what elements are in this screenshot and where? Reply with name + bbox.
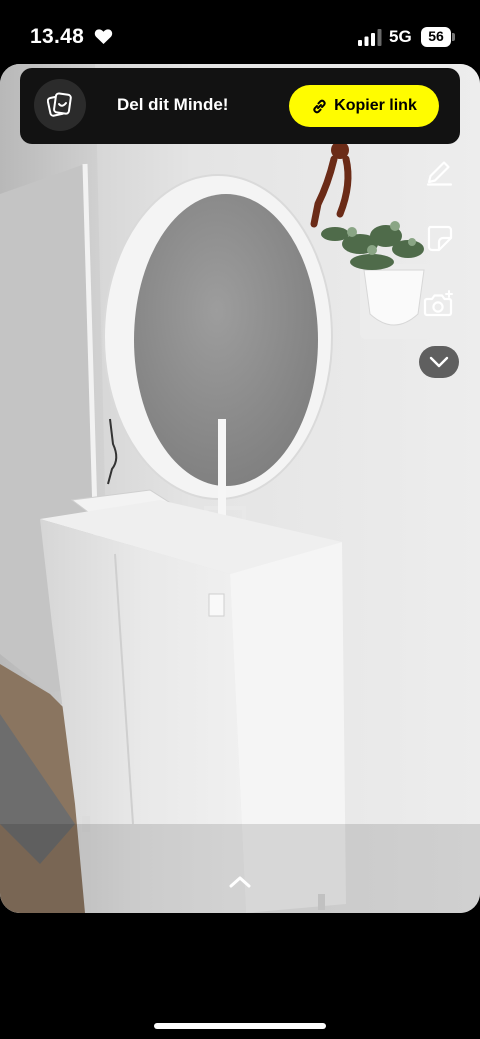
battery-level: 56 [428, 28, 444, 44]
pencil-tool-button[interactable] [419, 152, 459, 192]
copy-link-button[interactable]: Kopier link [289, 85, 439, 127]
camera-tool-button[interactable] [419, 284, 459, 324]
signal-icon [358, 29, 382, 46]
photo-preview[interactable] [0, 64, 480, 913]
chevron-up-icon[interactable] [224, 872, 256, 892]
pencil-icon [426, 161, 453, 186]
share-banner: Del dit Minde! Kopier link [20, 68, 460, 144]
network-label: 5G [389, 27, 412, 46]
memory-share-icon [34, 79, 86, 131]
link-icon [313, 99, 326, 113]
sticker-tool-button[interactable] [419, 218, 459, 258]
chevron-down-icon [429, 356, 449, 368]
sticker-icon [427, 225, 453, 252]
hallway-photo [0, 64, 480, 913]
more-tools-button[interactable] [419, 346, 459, 378]
heart-icon [94, 29, 113, 45]
share-banner-text: Del dit Minde! [117, 95, 229, 114]
status-bar: 13.48 5G 56 [0, 0, 480, 70]
camera-icon [423, 290, 453, 317]
battery-icon: 56 [421, 27, 455, 47]
status-time: 13.48 [30, 25, 85, 48]
copy-link-label: Kopier link [334, 97, 417, 114]
home-indicator[interactable] [154, 1023, 326, 1029]
